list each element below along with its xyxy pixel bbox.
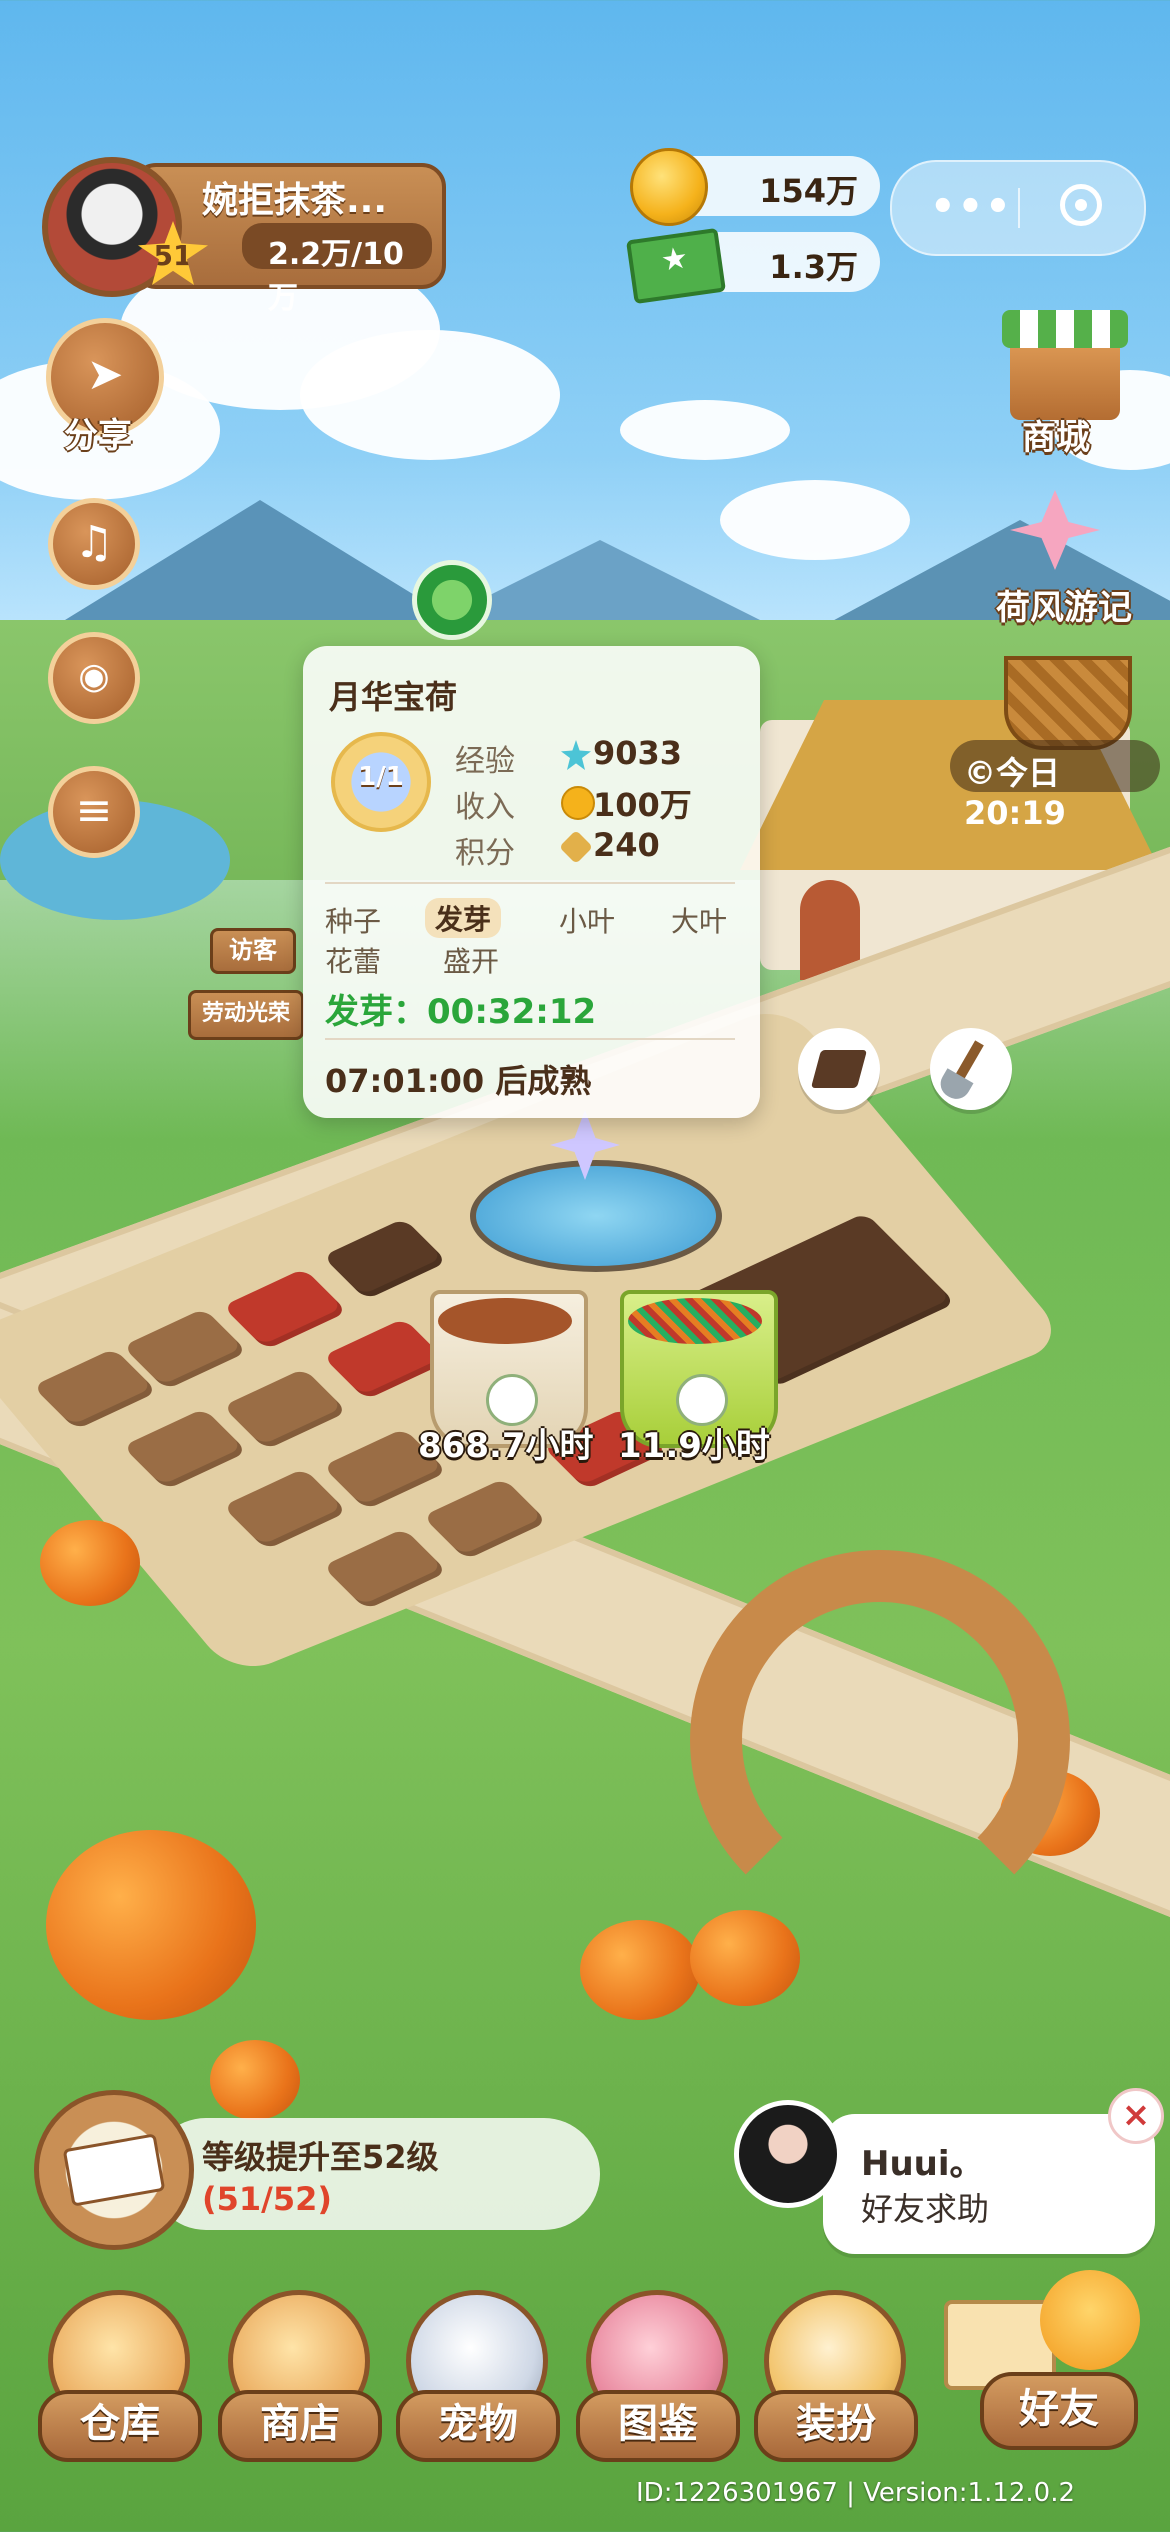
stat-value: 9033	[593, 734, 683, 772]
pumpkin-arch	[690, 1550, 1070, 1930]
exp-text: 2.2万/10万	[268, 237, 404, 316]
daily-timer-text: ©今日20:19	[964, 754, 1066, 832]
friend-help-bubble[interactable]: Huui。 好友求助	[823, 2114, 1155, 2254]
bucket-contents	[628, 1298, 762, 1344]
version-footer: ID:1226301967 | Version:1.12.0.2	[636, 2478, 1076, 2508]
level-task-bar[interactable]: 等级提升至52级 (51/52)	[150, 2118, 600, 2230]
nav-label: 装扮	[754, 2390, 918, 2462]
stat-label: 收入	[455, 790, 515, 825]
bucket-timer-right: 11.9小时	[618, 1426, 770, 1466]
coin-icon	[630, 148, 708, 226]
card-divider	[325, 882, 735, 884]
bird-icon	[1040, 2270, 1140, 2370]
lotus-crop-icon[interactable]	[412, 560, 492, 640]
stat-label: 积分	[455, 836, 515, 871]
player-profile[interactable]: 婉拒抹茶... 2.2万/10万 51	[42, 157, 446, 316]
soil-icon	[810, 1050, 868, 1088]
stage-label: 花蕾	[325, 945, 382, 978]
crop-badge-icon: 1/1	[331, 732, 431, 832]
nav-label: 商店	[218, 2390, 382, 2462]
shop-label[interactable]: 商城	[1022, 410, 1090, 459]
stage-label: 大叶	[671, 905, 728, 938]
pumpkin-decoration	[46, 1830, 256, 2020]
visitor-sign[interactable]: 访客	[210, 928, 296, 974]
exp-pill: 2.2万/10万	[242, 223, 432, 316]
growth-timer: 发芽：00:32:12	[325, 992, 597, 1032]
friend-name: Huui。	[861, 2144, 984, 2184]
exp-star-icon	[561, 740, 591, 770]
soil-tool-button[interactable]	[798, 1028, 880, 1110]
stat-value: 240	[593, 826, 660, 864]
friend-help-message: 好友求助	[861, 2190, 990, 2228]
level-task-progress: (51/52)	[202, 2180, 332, 2218]
pumpkin-decoration	[690, 1910, 800, 2006]
shovel-icon	[954, 1040, 984, 1082]
nav-pets[interactable]: 宠物	[396, 2290, 560, 2462]
cash-value: 1.3万	[769, 248, 858, 286]
capsule-divider	[1018, 188, 1020, 228]
nav-label: 仓库	[38, 2390, 202, 2462]
ripe-countdown: 07:01:00 后成熟	[325, 1062, 592, 1100]
level-task-title: 等级提升至52级	[202, 2138, 439, 2176]
bucket-timer-left: 868.7小时	[418, 1426, 594, 1466]
points-icon	[559, 830, 593, 864]
coin-value: 154万	[759, 172, 858, 210]
more-icon[interactable]: •••	[930, 184, 1013, 230]
nav-label: 图鉴	[576, 2390, 740, 2462]
nav-warehouse[interactable]: 仓库	[38, 2290, 202, 2462]
pumpkin-decoration	[580, 1920, 700, 2020]
nav-dressup[interactable]: 装扮	[754, 2290, 918, 2462]
camera-button[interactable]: ◉	[48, 632, 140, 724]
shop-icon[interactable]	[1002, 310, 1128, 420]
stat-value: 100万	[593, 786, 692, 824]
cash-icon	[625, 227, 727, 305]
coin-icon	[561, 786, 595, 820]
miniprogram-capsule: •••	[890, 160, 1146, 256]
nav-label: 宠物	[396, 2390, 560, 2462]
daily-timer: ©今日20:19	[950, 740, 1160, 832]
stage-label: 盛开	[443, 945, 500, 978]
coin-counter[interactable]: 154万	[630, 148, 880, 226]
crop-info-card: 月华宝荷 1/1 经验 9033 收入 100万 积分 240 种子 发芽 小叶…	[303, 646, 760, 1118]
nav-store[interactable]: 商店	[218, 2290, 382, 2462]
friend-avatar[interactable]	[734, 2100, 842, 2208]
stage-label-active: 发芽	[425, 898, 502, 938]
stage-label: 小叶	[559, 905, 616, 938]
stat-label: 经验	[455, 744, 515, 779]
basket-icon[interactable]	[1004, 656, 1132, 750]
cash-counter[interactable]: 1.3万	[625, 227, 880, 305]
bucket-contents	[438, 1298, 572, 1344]
close-icon[interactable]: ×	[1108, 2088, 1164, 2144]
lotus-journey-icon[interactable]	[1000, 480, 1120, 580]
honor-sign: 劳动光荣	[188, 990, 304, 1040]
stage-label: 种子	[325, 905, 382, 938]
music-button[interactable]: ♫	[48, 498, 140, 590]
crop-badge-text: 1/1	[358, 762, 404, 792]
pumpkin-decoration	[40, 1520, 140, 1606]
menu-button[interactable]: ≡	[48, 766, 140, 858]
pumpkin-decoration	[210, 2040, 300, 2120]
close-target-icon[interactable]	[1060, 184, 1102, 226]
nav-collection[interactable]: 图鉴	[576, 2290, 740, 2462]
lotus-journey-label[interactable]: 荷风游记	[996, 580, 1132, 629]
share-label: 分享	[64, 416, 132, 456]
crop-title: 月华宝荷	[329, 678, 458, 716]
book-icon[interactable]	[34, 2090, 194, 2250]
shovel-tool-button[interactable]	[930, 1028, 1012, 1110]
lotus-pond-plot[interactable]	[470, 1160, 722, 1272]
card-divider	[325, 1038, 735, 1040]
nav-friends[interactable]: 好友	[980, 2372, 1138, 2450]
player-name: 婉拒抹茶...	[202, 180, 388, 221]
